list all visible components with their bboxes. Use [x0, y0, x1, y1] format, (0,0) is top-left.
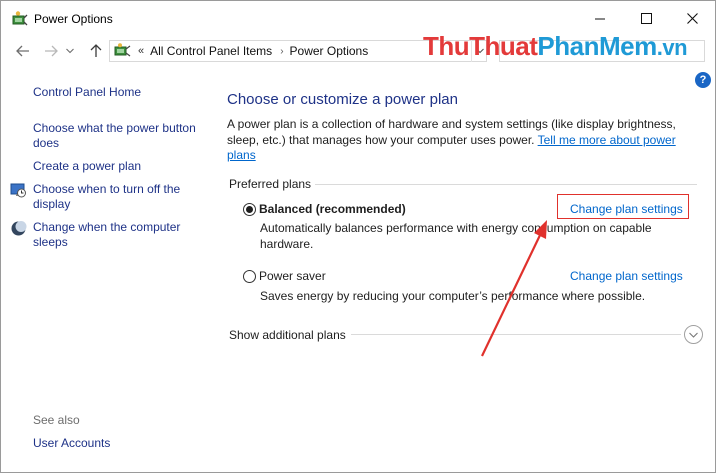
address-overflow-chevron[interactable]: « — [138, 45, 144, 57]
balanced-plan-description: Automatically balances performance with … — [260, 221, 652, 251]
power-saver-change-plan-settings-link[interactable]: Change plan settings — [570, 269, 683, 283]
sidebar-item-computer-sleeps[interactable]: Change when the computer sleeps — [33, 220, 213, 250]
sidebar-item-create-plan[interactable]: Create a power plan — [33, 159, 213, 174]
moon-icon — [11, 221, 27, 236]
annotation-highlight-box — [557, 194, 689, 219]
help-icon[interactable]: ? — [695, 72, 711, 88]
preferred-plans-label: Preferred plans — [229, 177, 312, 191]
chevron-down-icon — [66, 48, 74, 54]
display-clock-icon — [10, 183, 26, 198]
power-saver-plan-description: Saves energy by reducing your computer’s… — [260, 289, 646, 303]
expand-additional-plans-button[interactable] — [684, 325, 703, 344]
power-options-window: Power Options « All Control Panel Items … — [0, 0, 716, 473]
power-options-app-icon — [12, 11, 28, 26]
page-description: A power plan is a collection of hardware… — [227, 117, 676, 162]
up-button[interactable] — [86, 41, 106, 61]
arrow-up-icon — [90, 44, 102, 57]
balanced-plan-radio[interactable] — [243, 203, 256, 216]
arrow-left-icon — [16, 45, 29, 57]
close-button[interactable] — [669, 1, 715, 35]
recent-locations-button[interactable] — [63, 41, 77, 61]
minimize-icon — [594, 18, 605, 19]
breadcrumb-separator[interactable]: › — [280, 46, 283, 57]
power-saver-plan-name[interactable]: Power saver — [259, 269, 326, 283]
sidebar-control-panel-home[interactable]: Control Panel Home — [33, 85, 141, 100]
see-also-label: See also — [33, 413, 80, 427]
watermark-logo: ThuThuatPhanMem.vn — [423, 31, 688, 61]
additional-plans-divider — [351, 334, 681, 335]
maximize-button[interactable] — [623, 1, 669, 35]
title-bar: Power Options — [1, 1, 715, 35]
arrow-right-icon — [45, 45, 58, 57]
back-button[interactable] — [13, 41, 33, 61]
control-panel-icon — [114, 43, 131, 57]
chevron-down-icon — [689, 332, 698, 338]
show-additional-plans-label[interactable]: Show additional plans — [229, 328, 346, 342]
forward-button[interactable] — [41, 41, 61, 61]
sidebar-item-display-off[interactable]: Choose when to turn off the display — [33, 182, 213, 212]
maximize-icon — [640, 12, 652, 24]
window-title: Power Options — [34, 12, 113, 26]
sidebar-item-power-button[interactable]: Choose what the power button does — [33, 121, 213, 151]
power-saver-plan-radio[interactable] — [243, 270, 256, 283]
minimize-button[interactable] — [577, 1, 623, 35]
balanced-plan-name[interactable]: Balanced (recommended) — [259, 202, 406, 216]
sidebar-user-accounts-link[interactable]: User Accounts — [33, 436, 110, 451]
preferred-plans-divider — [315, 184, 697, 185]
close-icon — [686, 12, 698, 24]
breadcrumb-all-control-panel-items[interactable]: All Control Panel Items — [150, 44, 272, 58]
page-title: Choose or customize a power plan — [227, 91, 458, 108]
breadcrumb-power-options[interactable]: Power Options — [290, 44, 369, 58]
